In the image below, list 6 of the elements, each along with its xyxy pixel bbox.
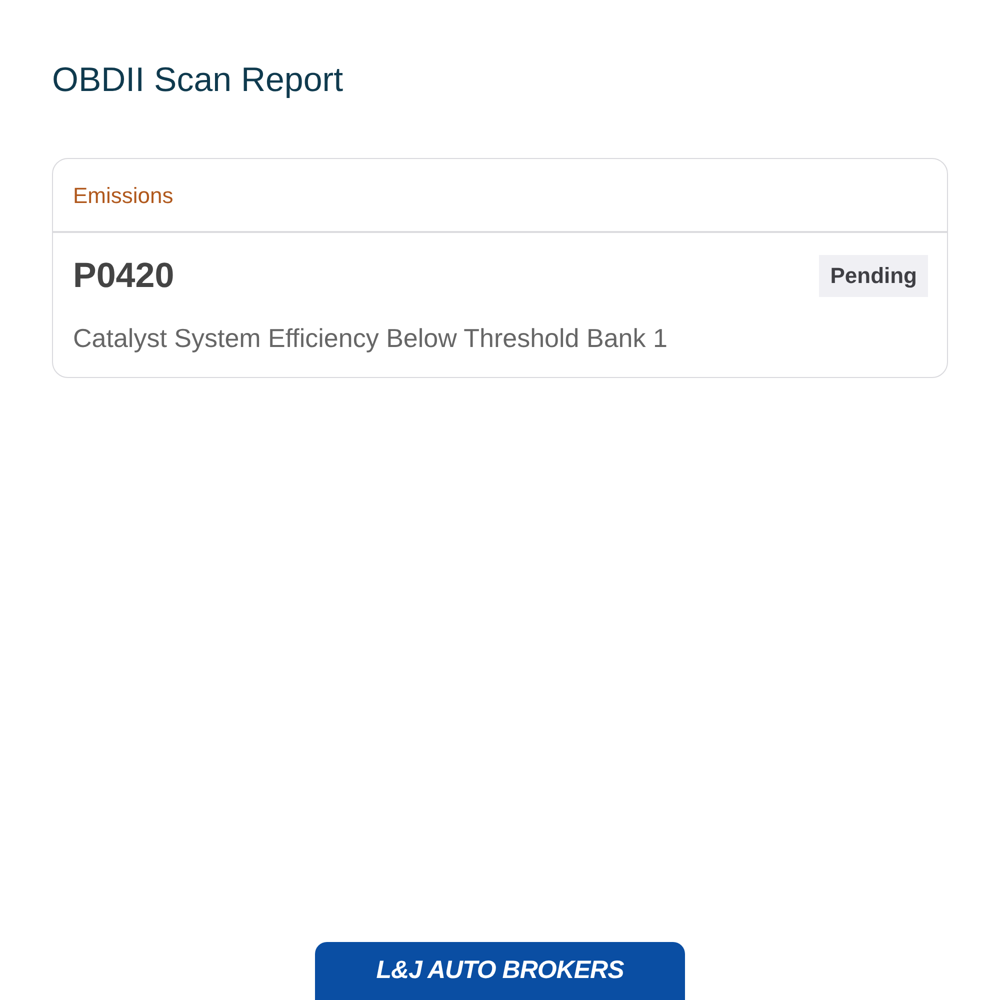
brand-logo: L&J AUTO BROKERS (315, 942, 685, 1000)
status-badge: Pending (819, 255, 928, 297)
trouble-code: P0420 (73, 255, 174, 297)
code-description: Catalyst System Efficiency Below Threshold Bank 1 (73, 322, 668, 355)
category-label: Emissions (73, 183, 174, 208)
page-title: OBDII Scan Report (52, 60, 344, 101)
